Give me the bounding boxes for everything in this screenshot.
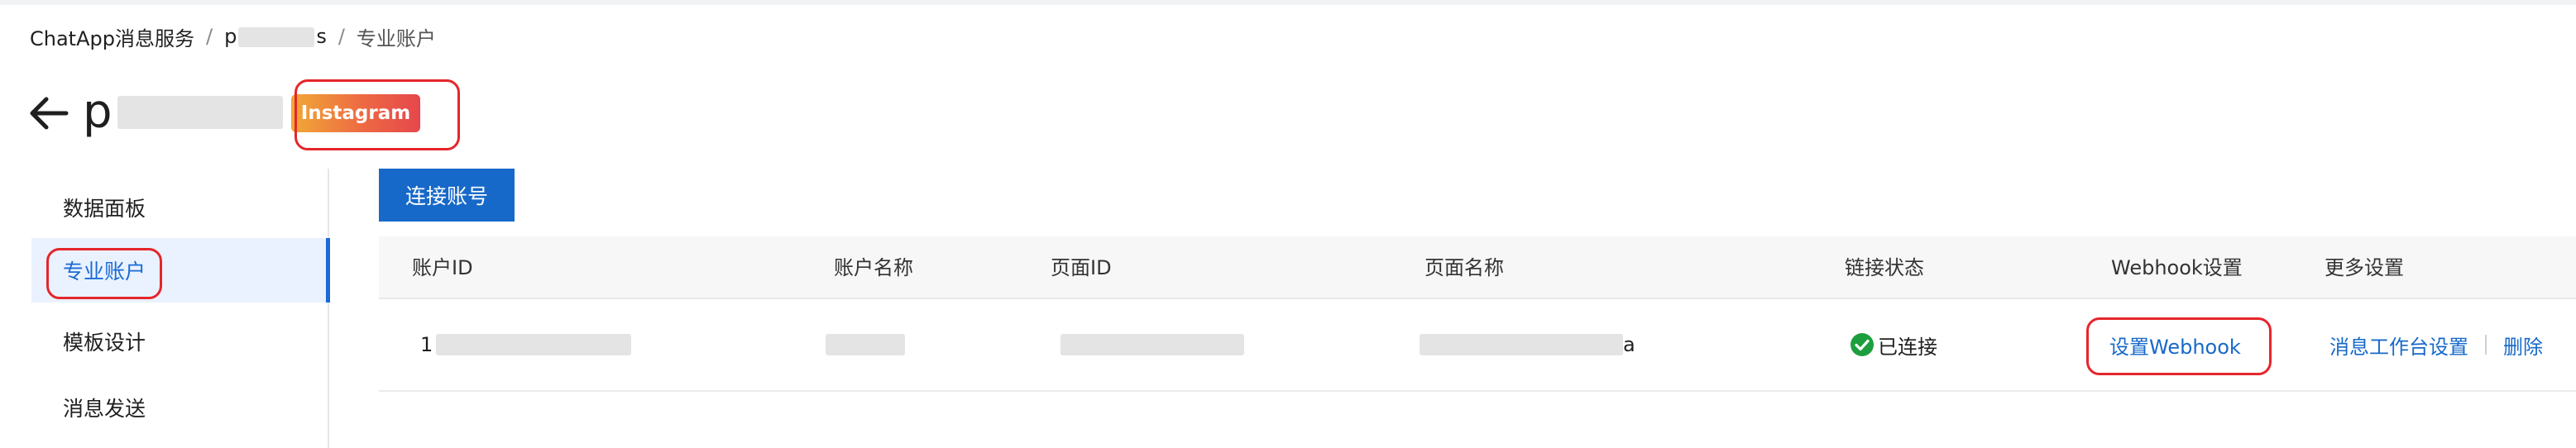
breadcrumb-instance-prefix: p bbox=[224, 25, 237, 48]
link-status-text: 已连接 bbox=[1878, 335, 1937, 359]
column-header-link-status: 链接状态 bbox=[1845, 256, 1924, 279]
redacted-account-id bbox=[436, 334, 632, 355]
column-header-more-settings: 更多设置 bbox=[2325, 256, 2404, 279]
table-row-divider bbox=[379, 390, 2576, 392]
cell-more-settings: 消息工作台设置 删除 bbox=[2329, 324, 2543, 365]
sidebar-item-label: 数据面板 bbox=[63, 197, 146, 221]
action-divider bbox=[2485, 335, 2487, 355]
breadcrumb-instance-suffix: s bbox=[316, 25, 327, 48]
column-header-page-id: 页面ID bbox=[1051, 256, 1112, 279]
column-header-account-name: 账户名称 bbox=[834, 256, 913, 279]
column-header-webhook: Webhook设置 bbox=[2111, 256, 2243, 279]
redacted-title bbox=[117, 96, 283, 129]
cell-account-id: 1 bbox=[420, 324, 632, 365]
sidebar-item-dashboard[interactable]: 数据面板 bbox=[31, 175, 329, 240]
redacted-page-id bbox=[1061, 334, 1244, 355]
page-title: p bbox=[83, 79, 283, 145]
column-header-page-name: 页面名称 bbox=[1424, 256, 1504, 279]
back-arrow-icon[interactable] bbox=[25, 89, 73, 137]
sidebar-item-label: 模板设计 bbox=[63, 331, 146, 355]
check-circle-icon bbox=[1851, 333, 1874, 356]
redacted-instance-name bbox=[238, 27, 315, 47]
redacted-page-name bbox=[1420, 334, 1623, 355]
cell-page-name: a bbox=[1420, 324, 1635, 365]
sidebar-item-label: 消息发送 bbox=[63, 397, 146, 421]
column-header-account-id: 账户ID bbox=[412, 256, 473, 279]
sidebar-item-templates[interactable]: 模板设计 bbox=[31, 309, 329, 374]
breadcrumb-separator: / bbox=[338, 25, 345, 48]
highlight-outline-badge bbox=[294, 79, 460, 150]
cell-link-status: 已连接 bbox=[1850, 324, 1937, 365]
page-name-suffix: a bbox=[1623, 333, 1635, 356]
breadcrumb: ChatApp消息服务 / ps / 专业账户 bbox=[30, 20, 436, 53]
sidebar-active-indicator bbox=[326, 238, 330, 303]
highlight-outline-sidebar bbox=[46, 248, 162, 299]
breadcrumb-root[interactable]: ChatApp消息服务 bbox=[30, 22, 194, 51]
highlight-outline-webhook bbox=[2086, 317, 2272, 375]
delete-link[interactable]: 删除 bbox=[2503, 331, 2543, 360]
account-id-prefix: 1 bbox=[420, 333, 433, 356]
redacted-account-name bbox=[826, 334, 905, 355]
cell-account-name bbox=[826, 324, 905, 365]
connect-account-button[interactable]: 连接账号 bbox=[379, 169, 515, 222]
sidebar-item-send-messages[interactable]: 消息发送 bbox=[31, 375, 329, 440]
page-title-prefix: p bbox=[83, 85, 113, 139]
breadcrumb-current: 专业账户 bbox=[356, 26, 436, 50]
top-bar-strip bbox=[0, 0, 2576, 5]
workbench-settings-link[interactable]: 消息工作台设置 bbox=[2329, 331, 2468, 360]
breadcrumb-instance[interactable]: ps bbox=[224, 25, 327, 48]
breadcrumb-separator: / bbox=[205, 25, 213, 48]
cell-page-id bbox=[1061, 324, 1244, 365]
